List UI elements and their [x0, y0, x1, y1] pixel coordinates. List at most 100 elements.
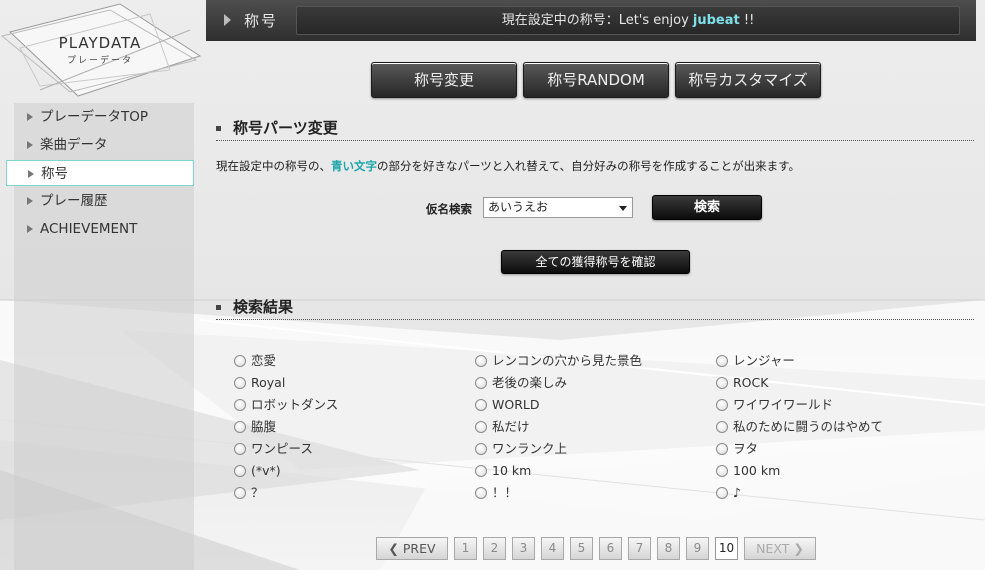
result-item[interactable]: 脇腹 [234, 418, 276, 436]
radio-button-icon[interactable] [234, 355, 246, 367]
radio-button-icon[interactable] [475, 465, 487, 477]
page-button-current: 10 [715, 537, 738, 560]
arrow-right-icon [224, 14, 231, 26]
result-label: レンコンの穴から見た景色 [492, 353, 643, 368]
radio-button-icon[interactable] [475, 399, 487, 411]
result-label: Royal [251, 375, 286, 390]
page-button[interactable]: 9 [686, 537, 709, 560]
result-item[interactable]: ワイワイワールド [716, 396, 833, 414]
result-item[interactable]: ワンランク上 [475, 440, 567, 458]
arrow-right-icon [27, 113, 33, 121]
result-item[interactable]: WORLD [475, 396, 539, 414]
result-item[interactable]: Royal [234, 374, 285, 392]
page-button[interactable]: 7 [628, 537, 651, 560]
page-button[interactable]: 1 [454, 537, 477, 560]
prev-label: PREV [402, 541, 436, 556]
result-label: 私のために闘うのはやめて [733, 419, 884, 434]
logo-title: PLAYDATA [58, 34, 142, 52]
result-label: WORLD [492, 397, 540, 412]
result-item[interactable]: 100 km [716, 462, 780, 480]
radio-button-icon[interactable] [716, 487, 728, 499]
chevron-down-icon [619, 206, 627, 211]
result-label: ワイワイワールド [733, 397, 834, 412]
radio-button-icon[interactable] [716, 377, 728, 389]
radio-button-icon[interactable] [234, 465, 246, 477]
radio-button-icon[interactable] [475, 377, 487, 389]
current-title-suffix: !! [739, 13, 755, 28]
result-label: ？ [251, 485, 264, 500]
chevron-left-icon: ❮ [388, 541, 399, 556]
radio-button-icon[interactable] [475, 443, 487, 455]
radio-button-icon[interactable] [234, 421, 246, 433]
sidebar-item-label: 楽曲データ [40, 137, 108, 153]
sidebar-item-play-history[interactable]: プレー履歴 [6, 188, 194, 214]
radio-button-icon[interactable] [234, 443, 246, 455]
result-item[interactable]: 10 km [475, 462, 531, 480]
logo-subtitle: プレーデータ [66, 56, 133, 66]
radio-button-icon[interactable] [234, 487, 246, 499]
radio-button-icon[interactable] [475, 421, 487, 433]
result-item[interactable]: 私だけ [475, 418, 530, 436]
page-button[interactable]: 4 [541, 537, 564, 560]
result-item[interactable]: ！！ [475, 484, 517, 502]
radio-button-icon[interactable] [475, 487, 487, 499]
header-title: 称号 [244, 12, 279, 30]
page-button[interactable]: 2 [483, 537, 506, 560]
page-button[interactable]: 3 [512, 537, 535, 560]
arrow-right-icon [27, 197, 33, 205]
result-item[interactable]: 私のために闘うのはやめて [716, 418, 883, 436]
result-item[interactable]: ワンピース [234, 440, 313, 458]
sidebar-item-label: プレーデータTOP [40, 109, 149, 125]
radio-button-icon[interactable] [716, 355, 728, 367]
tab-title-random[interactable]: 称号RANDOM [523, 62, 669, 98]
desc-after: の部分を好きなパーツと入れ替えて、自分好みの称号を作成することが出来ます。 [377, 159, 800, 173]
result-item[interactable]: レンジャー [716, 352, 795, 370]
header-bar: 称号 現在設定中の称号：Let's enjoy jubeat !! [206, 0, 976, 41]
current-title-display: 現在設定中の称号：Let's enjoy jubeat !! [296, 6, 960, 35]
result-item[interactable]: ヲタ [716, 440, 758, 458]
result-item[interactable]: (*v*) [234, 462, 281, 480]
section-title: 検索結果 [233, 298, 294, 316]
radio-button-icon[interactable] [475, 355, 487, 367]
square-bullet-icon [216, 126, 221, 131]
sidebar-item-playdata-top[interactable]: プレーデータTOP [6, 104, 194, 130]
result-item[interactable]: ？ [234, 484, 264, 502]
result-label: ワンピース [251, 441, 313, 456]
page-button[interactable]: 5 [570, 537, 593, 560]
all-titles-button[interactable]: 全ての獲得称号を確認 [501, 250, 690, 274]
tab-title-change[interactable]: 称号変更 [371, 62, 517, 98]
result-item[interactable]: レンコンの穴から見た景色 [475, 352, 642, 370]
result-item[interactable]: ♪ [716, 484, 741, 502]
radio-button-icon[interactable] [716, 421, 728, 433]
radio-button-icon[interactable] [716, 465, 728, 477]
search-results-list: 恋愛 レンコンの穴から見た景色 レンジャー Royal 老後の楽しみ ROCK … [234, 352, 954, 512]
radio-button-icon[interactable] [234, 399, 246, 411]
result-item[interactable]: 恋愛 [234, 352, 276, 370]
sidebar-item-achievement[interactable]: ACHIEVEMENT [6, 216, 194, 242]
prev-page-button[interactable]: ❮ PREV [376, 537, 448, 560]
result-label: ROCK [733, 375, 769, 390]
results-section-heading: 検索結果 [216, 296, 974, 320]
radio-button-icon[interactable] [716, 399, 728, 411]
current-title-prefix: 現在設定中の称号：Let's enjoy [501, 13, 693, 28]
result-label: ！！ [492, 485, 518, 500]
search-button[interactable]: 検索 [652, 195, 762, 220]
arrow-right-icon [27, 225, 33, 233]
page-button[interactable]: 6 [599, 537, 622, 560]
radio-button-icon[interactable] [234, 377, 246, 389]
result-label: ロボットダンス [251, 397, 339, 412]
next-page-button[interactable]: NEXT ❯ [744, 537, 816, 560]
tab-title-customize[interactable]: 称号カスタマイズ [675, 62, 821, 98]
result-label: ♪ [733, 485, 741, 500]
result-label: 10 km [492, 463, 532, 478]
result-item[interactable]: ROCK [716, 374, 768, 392]
kana-search-select[interactable]: あいうえお [483, 197, 633, 218]
result-item[interactable]: 老後の楽しみ [475, 374, 567, 392]
page-button[interactable]: 8 [657, 537, 680, 560]
result-label: 恋愛 [251, 353, 277, 368]
result-item[interactable]: ロボットダンス [234, 396, 338, 414]
sidebar-item-title[interactable]: 称号 [6, 160, 194, 186]
sidebar-item-music-data[interactable]: 楽曲データ [6, 132, 194, 158]
parts-section-heading: 称号パーツ変更 [216, 117, 974, 141]
radio-button-icon[interactable] [716, 443, 728, 455]
